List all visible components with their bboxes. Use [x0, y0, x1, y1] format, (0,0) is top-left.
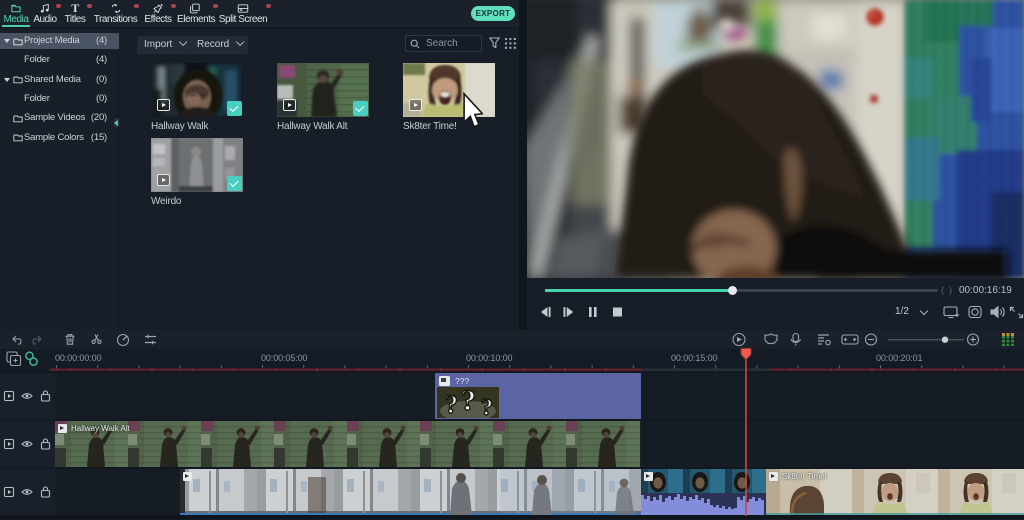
- svg-text:?: ?: [445, 390, 458, 418]
- svg-text:?: ?: [481, 395, 493, 418]
- svg-text:?: ?: [461, 387, 476, 417]
